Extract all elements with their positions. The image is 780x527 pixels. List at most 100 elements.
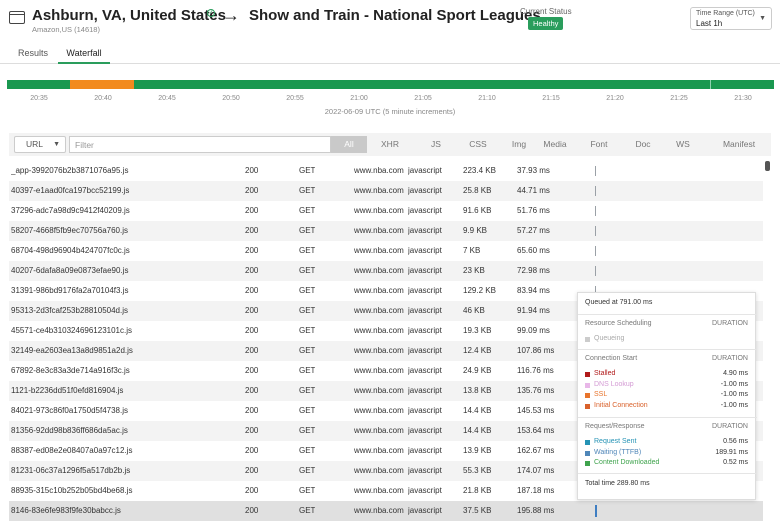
resource-type: javascript: [408, 486, 442, 495]
url-filter-value: URL: [26, 139, 44, 149]
timing-label: SSL: [594, 391, 608, 398]
tooltip-divider: [578, 314, 757, 315]
timing-value: 0.56 ms: [723, 438, 748, 445]
resource-type: javascript: [408, 186, 442, 195]
table-row[interactable]: 68704-498d96904b424707fc0c.js 200 GET www.n…: [9, 241, 763, 261]
timeline-bar[interactable]: [7, 80, 774, 89]
filter-type-css[interactable]: CSS: [467, 136, 489, 153]
request-time: 91.94 ms: [517, 306, 550, 315]
tooltip-divider: [578, 417, 757, 418]
request-time: 83.94 ms: [517, 286, 550, 295]
request-url: _app-3992076b2b3871076a95.js: [11, 166, 129, 175]
resource-type: javascript: [408, 426, 442, 435]
request-domain: www.nba.com: [354, 426, 404, 435]
total-time-text: Total time 289.80 ms: [585, 480, 650, 487]
timeline-tick-label: 20:35: [30, 95, 48, 102]
request-time: 135.76 ms: [517, 386, 555, 395]
table-row[interactable]: 8146-83e6fe983f9fe30babcc.js 200 GET www.nb…: [9, 501, 763, 521]
timing-legend-swatch: [585, 372, 590, 377]
request-domain: www.nba.com: [354, 286, 404, 295]
status-code: 200: [245, 366, 259, 375]
http-method: GET: [299, 326, 316, 335]
status-code: 200: [245, 486, 259, 495]
timeline-segment-selected[interactable]: [710, 80, 774, 89]
request-url: 68704-498d96904b424707fc0c.js: [11, 246, 130, 255]
timing-legend-swatch: [585, 450, 590, 456]
timeline-segment-healthy[interactable]: [134, 80, 710, 89]
waterfall-bar[interactable]: [595, 226, 596, 236]
tab-waterfall[interactable]: Waterfall: [58, 42, 110, 64]
resource-type: javascript: [408, 206, 442, 215]
filter-type-xhr[interactable]: XHR: [379, 136, 401, 153]
scrollbar-thumb[interactable]: [765, 161, 770, 171]
timing-label: DNS Lookup: [594, 380, 634, 388]
http-method: GET: [299, 366, 316, 375]
http-method: GET: [299, 406, 316, 415]
waterfall-bar[interactable]: [595, 266, 596, 276]
resource-size: 223.4 KB: [463, 166, 496, 175]
tab-results[interactable]: Results: [18, 42, 48, 64]
table-scrollbar[interactable]: [765, 161, 770, 522]
timeline-tick-label: 21:10: [478, 95, 496, 102]
url-filter-select[interactable]: URL ▼: [14, 136, 66, 153]
timing-legend-swatch: [585, 382, 590, 388]
filter-type-manifest[interactable]: Manifest: [713, 136, 765, 153]
timeline-tick-label: 20:40: [94, 95, 112, 102]
timing-value: -1.00 ms: [720, 380, 748, 388]
status-code: 200: [245, 306, 259, 315]
timing-section-title: Connection Start: [585, 355, 638, 362]
request-time: 37.93 ms: [517, 166, 550, 175]
timeline-segment-healthy[interactable]: [7, 80, 70, 89]
http-method: GET: [299, 466, 316, 475]
timing-label: Stalled: [594, 370, 616, 377]
resource-size: 25.8 KB: [463, 186, 492, 195]
resource-size: 12.4 KB: [463, 346, 492, 355]
filter-type-all[interactable]: All: [331, 136, 367, 153]
filter-input[interactable]: [69, 136, 331, 153]
resource-type: javascript: [408, 466, 442, 475]
request-time: 162.67 ms: [517, 446, 555, 455]
waterfall-bar[interactable]: [595, 206, 596, 216]
waterfall-bar[interactable]: [595, 166, 596, 176]
resource-type: javascript: [408, 166, 442, 175]
table-row[interactable]: 40397-e1aad0fca197bcc52199.js 200 GET www.n…: [9, 181, 763, 201]
filter-type-doc[interactable]: Doc: [629, 136, 657, 153]
table-row[interactable]: 37296-adc7a98d9c9412f40209.js 200 GET www.n…: [9, 201, 763, 221]
timing-tooltip: Queued at 791.00 ms Resource Scheduling DU…: [577, 292, 757, 500]
request-url: 67892-8e3c83a3de714a916f3c.js: [11, 366, 130, 375]
status-code: 200: [245, 466, 259, 475]
request-domain: www.nba.com: [354, 386, 404, 395]
resource-type: javascript: [408, 306, 442, 315]
waterfall-bar[interactable]: [595, 246, 596, 256]
time-range-select[interactable]: Time Range (UTC) Last 1h ▼: [690, 7, 772, 30]
request-domain: www.nba.com: [354, 306, 404, 315]
timeline-tick-label: 21:15: [542, 95, 560, 102]
header: Ashburn, VA, United States ✓ Amazon,US (…: [0, 0, 780, 42]
status-code: 200: [245, 246, 259, 255]
filter-type-img[interactable]: Img: [507, 136, 531, 153]
request-url: 45571-ce4b310324696123101c.js: [11, 326, 132, 335]
request-time: 145.53 ms: [517, 406, 555, 415]
request-url: 8146-83e6fe983f9fe30babcc.js: [11, 506, 121, 515]
table-row[interactable]: 40207-6dafa8a09e0873efae90.js 200 GET www.n…: [9, 261, 763, 281]
timeline-segment-warning[interactable]: [70, 80, 134, 89]
request-url: 31391-986bd9176fa2a70104f3.js: [11, 286, 129, 295]
filter-type-media[interactable]: Media: [541, 136, 569, 153]
check-circle-icon: ✓: [207, 9, 215, 17]
waterfall-bar[interactable]: [595, 186, 596, 196]
waterfall-bar[interactable]: [595, 505, 597, 517]
resource-size: 55.3 KB: [463, 466, 492, 475]
filter-type-js[interactable]: JS: [427, 136, 445, 153]
filter-type-font[interactable]: Font: [585, 136, 613, 153]
resource-type: javascript: [408, 326, 442, 335]
request-url: 84021-973c86f0a1750d5f4738.js: [11, 406, 128, 415]
request-url: 40397-e1aad0fca197bcc52199.js: [11, 186, 130, 195]
table-row[interactable]: 58207-4668f5fb9ec70756a760.js 200 GET www.n…: [9, 221, 763, 241]
request-domain: www.nba.com: [354, 166, 404, 175]
timing-value: 189.91 ms: [715, 448, 748, 456]
chevron-down-icon: ▼: [53, 141, 60, 148]
http-method: GET: [299, 486, 316, 495]
filter-type-ws[interactable]: WS: [671, 136, 695, 153]
timing-legend-swatch: [585, 337, 590, 342]
table-row[interactable]: _app-3992076b2b3871076a95.js 200 GET www.nb…: [9, 161, 763, 181]
